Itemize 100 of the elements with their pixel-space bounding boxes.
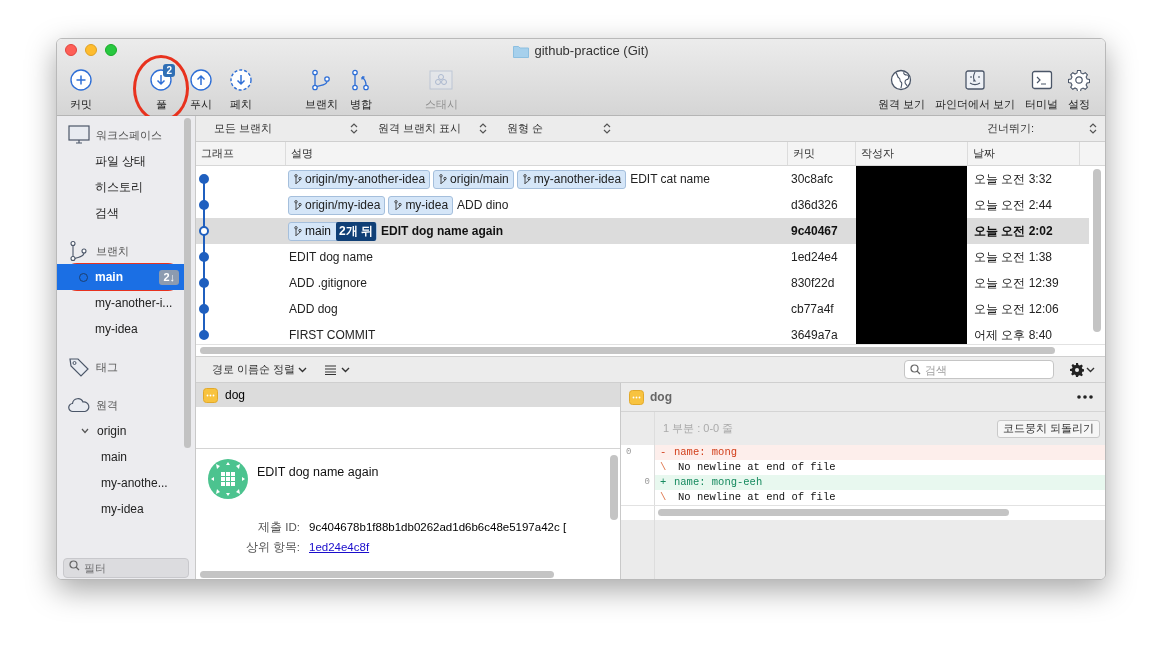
- zoom-button[interactable]: [105, 44, 117, 56]
- commit-message: EDIT dog name again: [381, 223, 504, 240]
- caret-icon: [341, 366, 351, 373]
- settings-icon: [1070, 362, 1084, 377]
- commit-row[interactable]: origin/my-another-idea origin/main my-another-idea EDIT cat name 30c8afc 오늘 오전 3:32: [196, 166, 1089, 192]
- scrollbar-thumb[interactable]: [1093, 169, 1101, 332]
- toolbar-button[interactable]: 푸시: [181, 69, 221, 111]
- column-header[interactable]: 설명: [286, 142, 788, 165]
- column-header[interactable]: 커밋: [788, 142, 856, 165]
- diff-line: name: mong-eeh: [674, 475, 763, 490]
- column-header[interactable]: 날짜: [968, 142, 1080, 165]
- sidebar-item[interactable]: 히스토리: [57, 174, 184, 200]
- disclosure-icon[interactable]: [81, 428, 89, 434]
- commit-hash: 9c40467: [791, 224, 838, 238]
- skip-dropdown[interactable]: [1089, 123, 1097, 134]
- finder-face-icon: [963, 69, 986, 91]
- toolbar-button[interactable]: 브랜치: [301, 69, 341, 111]
- line-number: 0: [644, 477, 650, 487]
- sidebar-item[interactable]: 파일 상태: [57, 148, 184, 174]
- commit-row[interactable]: FIRST COMMIT 3649a7a 어제 오후 8:40: [196, 322, 1089, 344]
- ellipsis-file-icon: [629, 389, 644, 405]
- minimize-button[interactable]: [85, 44, 97, 56]
- date-cell: 오늘 오전 12:39: [974, 276, 1059, 290]
- branch-icon: [294, 199, 302, 211]
- sidebar-item[interactable]: my-another-i...: [57, 290, 184, 316]
- scrollbar-thumb[interactable]: [184, 118, 191, 448]
- up-down-chevron-icon: [350, 123, 358, 134]
- commit-message: ADD .gitignore: [289, 275, 368, 292]
- sidebar-item[interactable]: 검색: [57, 200, 184, 226]
- revert-hunk-button[interactable]: 코드뭉치 되돌리기: [997, 419, 1100, 438]
- sidebar-item[interactable]: my-idea: [57, 316, 184, 342]
- commit-hash: 1ed24e4: [791, 250, 838, 264]
- toolbar-button[interactable]: 커밋: [61, 69, 101, 111]
- sidebar-item[interactable]: my-idea: [57, 496, 184, 522]
- diff-sign: \: [660, 490, 668, 505]
- column-header[interactable]: 작성자: [856, 142, 968, 165]
- sidebar-item[interactable]: my-anothe...: [57, 470, 184, 496]
- search-icon: [69, 559, 80, 571]
- column-header[interactable]: 그래프: [196, 142, 286, 165]
- commit-row[interactable]: main 2개 뒤 EDIT dog name again 9c40467 오늘 오전 2:02: [196, 218, 1089, 244]
- commit-row[interactable]: ADD .gitignore 830f22d 오늘 오전 12:39: [196, 270, 1089, 296]
- section-header: 브랜치: [96, 243, 129, 259]
- file-row[interactable]: dog: [196, 383, 620, 407]
- more-icon[interactable]: [1077, 395, 1093, 399]
- monitor-icon: [68, 125, 90, 145]
- toolbar-button[interactable]: 터미널: [1021, 69, 1062, 111]
- commit-message: EDIT cat name: [630, 171, 710, 188]
- scrollbar-thumb[interactable]: [200, 347, 1055, 354]
- branch-tag[interactable]: my-idea: [388, 195, 454, 215]
- dropdown[interactable]: 원격 브랜치 표시: [378, 120, 493, 137]
- branch-tag[interactable]: origin/main: [433, 169, 514, 189]
- scrollbar-thumb[interactable]: [200, 571, 554, 578]
- branch-icon: [394, 199, 403, 211]
- ellipsis-file-icon: [203, 387, 218, 403]
- toolbar-button[interactable]: 페치: [221, 69, 261, 111]
- branch-tag[interactable]: my-another-idea: [516, 169, 627, 189]
- branch-icon: [69, 240, 89, 262]
- parent-commit-link[interactable]: 1ed24e4c8f: [309, 537, 370, 557]
- count-badge: 2: [163, 64, 175, 77]
- branch-icon: [310, 69, 332, 91]
- settings-dropdown[interactable]: [1070, 362, 1095, 377]
- view-mode-dropdown[interactable]: [325, 364, 351, 375]
- dropdown[interactable]: 원형 순: [507, 120, 617, 137]
- sidebar-item[interactable]: main 2↓: [57, 264, 184, 290]
- branch-icon: [294, 225, 302, 237]
- date-cell: 어제 오후 8:40: [974, 328, 1053, 342]
- section-header: 태그: [96, 359, 118, 375]
- plus-circle-icon: [70, 69, 92, 91]
- diff-sign: -: [660, 445, 668, 460]
- date-cell: 오늘 오전 3:32: [974, 172, 1053, 186]
- branch-tag[interactable]: origin/my-another-idea: [288, 169, 431, 189]
- toolbar-button[interactable]: 파인더에서 보기: [930, 69, 1019, 111]
- filter-field[interactable]: 필터: [63, 557, 189, 578]
- branch-tag[interactable]: origin/my-idea: [288, 195, 386, 215]
- search-field[interactable]: 검색: [904, 360, 1054, 379]
- toolbar-button[interactable]: 원격 보기: [873, 69, 929, 111]
- diff-file-name: dog: [650, 389, 672, 406]
- sidebar-item[interactable]: main: [57, 444, 184, 470]
- commit-row[interactable]: EDIT dog name 1ed24e4 오늘 오전 1:38: [196, 244, 1089, 270]
- toolbar-button[interactable]: 병합: [341, 69, 381, 111]
- scrollbar-thumb[interactable]: [658, 509, 1009, 516]
- diff-line: name: mong: [674, 445, 737, 460]
- commit-hash: 830f22d: [791, 276, 835, 290]
- diff-line: No newline at end of file: [678, 460, 836, 475]
- up-down-chevron-icon: [603, 123, 611, 134]
- section-header: 워크스페이스: [96, 127, 162, 143]
- sidebar-item[interactable]: origin: [57, 418, 184, 444]
- branch-tag[interactable]: main 2개 뒤: [288, 221, 378, 241]
- date-cell: 오늘 오전 2:44: [974, 198, 1053, 212]
- scrollbar-thumb[interactable]: [610, 455, 618, 520]
- commit-row[interactable]: ADD dog cb77a4f 오늘 오전 12:06: [196, 296, 1089, 322]
- sort-dropdown[interactable]: 경로 이름순 정렬: [212, 361, 308, 378]
- globe-icon: [890, 69, 913, 91]
- close-button[interactable]: [65, 44, 77, 56]
- behind-badge: 2개 뒤: [336, 221, 377, 241]
- date-cell: 오늘 오전 12:06: [974, 302, 1059, 316]
- toolbar-button[interactable]: 설정: [1064, 69, 1094, 111]
- branch-icon: [522, 173, 531, 185]
- branch-icon: [439, 173, 448, 185]
- dropdown[interactable]: 모든 브랜치: [214, 120, 364, 137]
